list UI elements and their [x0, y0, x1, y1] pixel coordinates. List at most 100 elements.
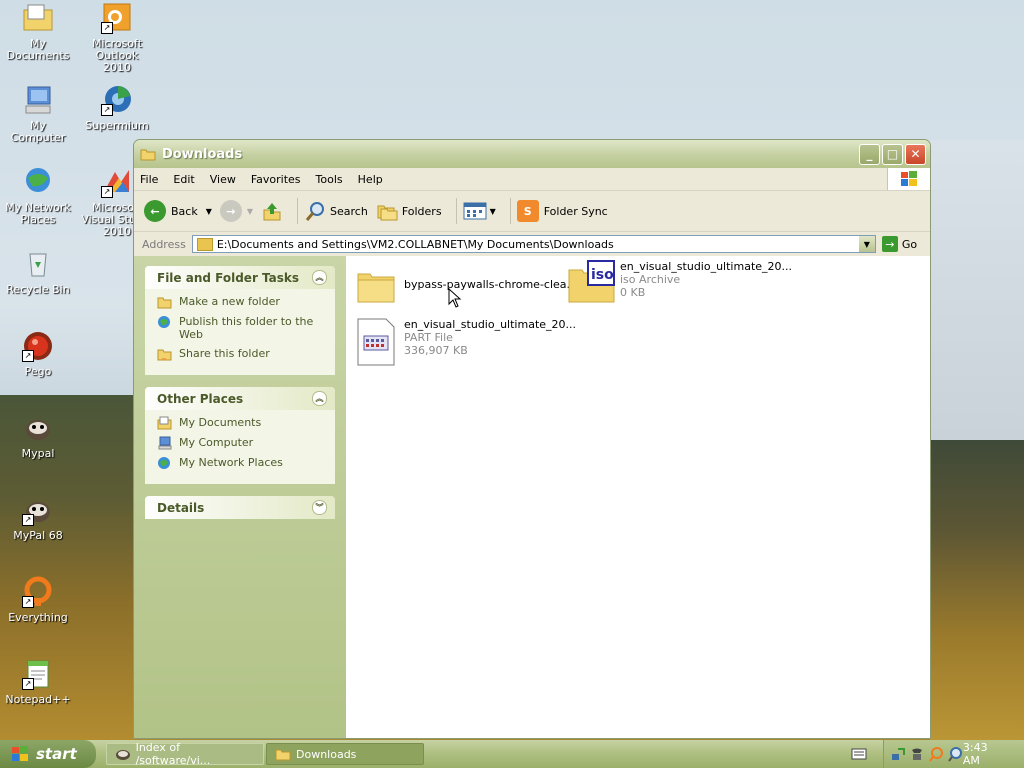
file-folder-tasks-panel: File and Folder Tasks ︽ Make a new folde…: [145, 266, 335, 375]
network-places-icon: [22, 166, 54, 198]
taskbar-task-downloads[interactable]: Downloads: [266, 743, 424, 765]
folder-icon: [275, 749, 291, 761]
back-button[interactable]: ← Back ▼: [144, 200, 212, 222]
folder-icon: [140, 149, 156, 161]
share-folder-link[interactable]: Share this folder: [157, 347, 325, 361]
back-dropdown-icon[interactable]: ▼: [206, 207, 212, 216]
start-button[interactable]: start: [0, 740, 96, 768]
menu-view[interactable]: View: [210, 173, 236, 186]
file-item[interactable]: bypass-paywalls-chrome-clea...: [356, 266, 577, 306]
collapse-chevron-icon[interactable]: ︽: [312, 270, 327, 285]
place-label: My Network Places: [179, 456, 283, 469]
everything-search-icon: ↗: [22, 576, 54, 608]
file-item[interactable]: en_visual_studio_ultimate_20... PART Fil…: [356, 318, 576, 366]
desktop-icon-my-computer[interactable]: My Computer: [1, 84, 75, 144]
details-header[interactable]: Details ︾: [145, 496, 335, 519]
wallpaper-sky: [930, 140, 1024, 440]
task-label: Index of /software/vi...: [135, 741, 211, 767]
window-titlebar[interactable]: Downloads _ □ ✕: [134, 140, 930, 168]
desktop-icon-network-places[interactable]: My Network Places: [1, 166, 75, 226]
other-places-panel: Other Places ︽ My Documents My Computer …: [145, 387, 335, 484]
share-folder-icon: [157, 349, 172, 361]
menu-help[interactable]: Help: [358, 173, 383, 186]
keyboard-icon[interactable]: [851, 747, 867, 761]
desktop-icon-label: Pego: [24, 365, 52, 378]
go-button[interactable]: → Go: [881, 236, 918, 252]
address-dropdown-icon[interactable]: ▼: [858, 236, 875, 252]
taskbar: start Index of /software/vi... Downloads…: [0, 740, 1024, 768]
my-computer-icon: [22, 84, 54, 116]
shortcut-arrow-icon: ↗: [22, 678, 34, 690]
publish-folder-link[interactable]: Publish this folder to the Web: [157, 315, 325, 341]
views-button[interactable]: ▼: [463, 201, 496, 221]
desktop-icon-mypal-68[interactable]: ↗ MyPal 68: [1, 494, 75, 542]
toolbar-separator: [509, 198, 511, 224]
desktop-icon-my-documents[interactable]: My Documents: [1, 2, 75, 62]
folders-button[interactable]: Folders: [376, 200, 442, 222]
network-tray-icon[interactable]: [890, 746, 906, 762]
other-places-my-documents[interactable]: My Documents: [157, 416, 325, 430]
toolbar: ← Back ▼ → ▼ Search Folders ▼ S Folder S…: [134, 191, 930, 232]
phone-tray-icon[interactable]: [909, 746, 925, 762]
file-item[interactable]: iso en_visual_studio_ultimate_20... iso …: [568, 260, 792, 304]
make-new-folder-link[interactable]: Make a new folder: [157, 295, 325, 309]
menu-tools[interactable]: Tools: [316, 173, 343, 186]
minimize-button[interactable]: _: [859, 143, 880, 165]
my-documents-icon: [157, 416, 172, 430]
details-panel: Details ︾: [145, 496, 335, 519]
mypal-68-icon: ↗: [22, 494, 54, 526]
desktop-icon-outlook[interactable]: ↗ Microsoft Outlook 2010: [80, 2, 154, 74]
system-tray: 3:43 AM: [883, 740, 1024, 768]
folder-icon: [196, 237, 213, 251]
task-pane: File and Folder Tasks ︽ Make a new folde…: [134, 256, 346, 738]
panel-title: File and Folder Tasks: [157, 270, 300, 285]
desktop-icon-supermium[interactable]: ↗ Supermium: [80, 84, 154, 132]
desktop-icon-label: My Documents: [6, 37, 70, 62]
desktop-icon-mypal[interactable]: Mypal: [1, 412, 75, 460]
search-tray-icon[interactable]: [928, 746, 944, 762]
pego-icon: ↗: [22, 330, 54, 362]
desktop-icon-pego[interactable]: ↗ Pego: [1, 330, 75, 378]
desktop-icon-recycle-bin[interactable]: Recycle Bin: [1, 248, 75, 296]
network-places-icon: [158, 457, 170, 469]
desktop-icon-label: Mypal: [21, 447, 55, 460]
expand-chevron-icon[interactable]: ︾: [312, 500, 327, 515]
collapse-chevron-icon[interactable]: ︽: [312, 391, 327, 406]
desktop-icon-notepad-plus-plus[interactable]: ↗ Notepad++: [1, 658, 75, 706]
clock[interactable]: 3:43 AM: [963, 741, 1008, 767]
folder-sync-button[interactable]: S Folder Sync: [516, 200, 608, 222]
folder-icon: [357, 273, 395, 303]
recycle-bin-icon: [22, 248, 54, 280]
new-folder-icon: [157, 297, 172, 309]
search-icon: [305, 202, 325, 221]
menu-edit[interactable]: Edit: [173, 173, 194, 186]
explorer-window: Downloads _ □ ✕ File Edit View Favorites…: [133, 139, 931, 739]
address-bar: Address E:\Documents and Settings\VM2.CO…: [134, 232, 930, 257]
menu-file[interactable]: File: [140, 173, 158, 186]
maximize-button[interactable]: □: [882, 143, 903, 165]
search-button[interactable]: Search: [304, 200, 368, 222]
visual-studio-icon: ↗: [101, 166, 133, 198]
other-places-header[interactable]: Other Places ︽: [145, 387, 335, 410]
forward-arrow-icon: →: [219, 200, 242, 222]
address-input[interactable]: E:\Documents and Settings\VM2.COLLABNET\…: [191, 235, 876, 253]
forward-button[interactable]: → ▼: [219, 200, 253, 222]
globe-icon: [158, 316, 170, 328]
iso-archive-icon: iso: [568, 260, 615, 303]
other-places-network-places[interactable]: My Network Places: [157, 456, 325, 470]
go-label: Go: [901, 237, 918, 251]
other-places-my-computer[interactable]: My Computer: [157, 436, 325, 450]
desktop-icon-everything[interactable]: ↗ Everything: [1, 576, 75, 624]
mouse-cursor-icon: [448, 288, 462, 308]
up-folder-icon: [263, 203, 281, 221]
shortcut-arrow-icon: ↗: [101, 186, 113, 198]
up-folder-button[interactable]: [261, 200, 283, 222]
magnifier-tray-icon[interactable]: [947, 746, 963, 762]
desktop-icon-label: Everything: [8, 611, 68, 624]
file-folder-tasks-header[interactable]: File and Folder Tasks ︽: [145, 266, 335, 289]
close-button[interactable]: ✕: [905, 143, 926, 165]
menu-favorites[interactable]: Favorites: [251, 173, 301, 186]
back-arrow-icon: ←: [144, 200, 166, 222]
taskbar-task-browser[interactable]: Index of /software/vi...: [106, 741, 264, 767]
my-documents-icon: [22, 2, 54, 34]
